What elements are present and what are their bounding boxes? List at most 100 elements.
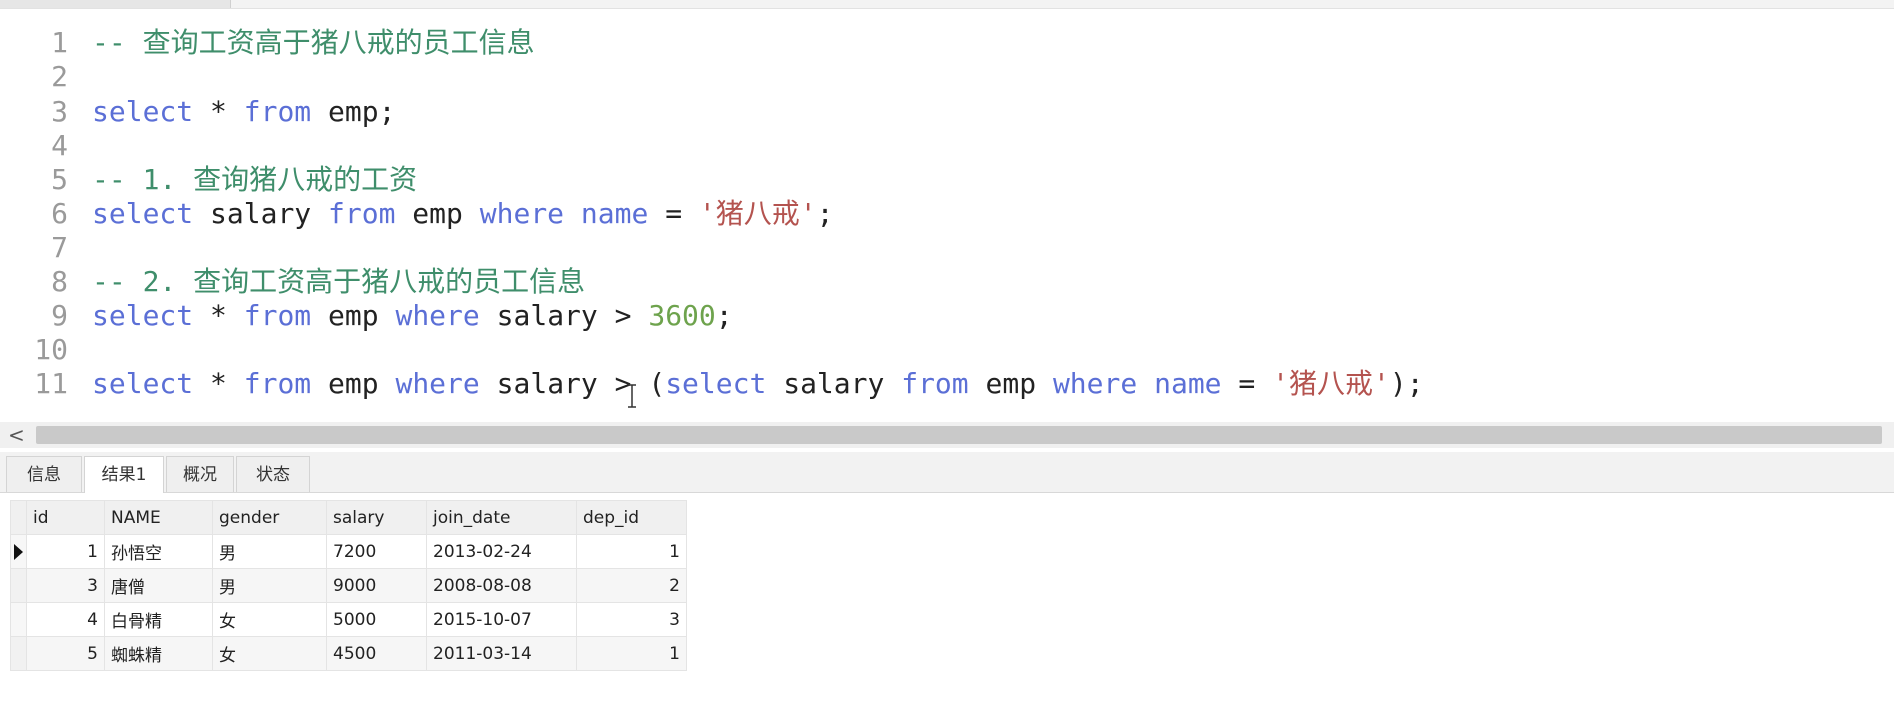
code-token: '猪八戒'	[1272, 367, 1390, 400]
code-line[interactable]: 3 select * from emp;	[0, 95, 1894, 129]
table-cell[interactable]: 5000	[326, 602, 427, 637]
code-text: select * from emp where salary > 3600;	[92, 299, 733, 333]
code-token: where	[395, 367, 480, 400]
code-line[interactable]: 8 -- 2. 查询工资高于猪八戒的员工信息	[0, 265, 1894, 299]
code-token: where	[1052, 367, 1138, 400]
tab-3[interactable]: 状态	[236, 456, 310, 492]
code-line[interactable]: 9 select * from emp where salary > 3600;	[0, 299, 1894, 333]
current-row-arrow-icon	[14, 543, 23, 560]
line-number: 6	[51, 197, 68, 230]
table-cell[interactable]: 9000	[326, 568, 427, 603]
table-row[interactable]: 4 白骨精女 5000 2015-10-07 3	[10, 602, 687, 637]
code-token: select	[665, 367, 767, 400]
code-token: emp	[311, 299, 396, 332]
table-cell[interactable]: 7200	[326, 534, 427, 569]
column-header-gender[interactable]: gender	[212, 500, 327, 535]
table-cell[interactable]: 白骨精	[104, 602, 213, 637]
table-cell[interactable]: 男	[212, 568, 327, 603]
code-token: from	[243, 367, 312, 400]
code-token: emp	[395, 197, 480, 230]
row-marker[interactable]	[10, 602, 27, 637]
table-header-row: id NAME gender salary join_date dep_id	[10, 500, 687, 535]
line-number: 8	[51, 265, 68, 298]
code-token: select	[92, 197, 194, 230]
line-number: 11	[34, 367, 68, 400]
code-token: salary	[766, 367, 902, 400]
table-cell[interactable]: 唐僧	[104, 568, 213, 603]
scroll-left-icon[interactable]: <	[8, 422, 26, 448]
row-marker-header	[10, 500, 27, 535]
tab-1[interactable]: 结果1	[84, 456, 164, 493]
row-marker[interactable]	[10, 636, 27, 671]
table-cell[interactable]: 男	[212, 534, 327, 569]
code-token: name	[1154, 367, 1222, 400]
line-number: 1	[51, 26, 68, 59]
code-text: -- 查询工资高于猪八戒的员工信息	[92, 26, 535, 60]
table-cell[interactable]: 2015-10-07	[426, 602, 577, 637]
table-cell[interactable]: 女	[212, 636, 327, 671]
code-line[interactable]: 1 -- 查询工资高于猪八戒的员工信息	[0, 26, 1894, 60]
code-text: -- 1. 查询猪八戒的工资	[92, 163, 417, 197]
code-line[interactable]: 6 select salary from emp where name = '猪八…	[0, 197, 1894, 231]
column-header-dep_id[interactable]: dep_id	[576, 500, 687, 535]
table-cell[interactable]: 1	[26, 534, 105, 569]
row-marker[interactable]	[10, 534, 27, 569]
table-row[interactable]: 3 唐僧男 9000 2008-08-08 2	[10, 568, 687, 603]
query-tab-stub[interactable]	[0, 0, 231, 8]
tab-2[interactable]: 概况	[166, 456, 234, 492]
code-token: select	[92, 299, 194, 332]
code-token: from	[328, 197, 396, 230]
code-line[interactable]: 5 -- 1. 查询猪八戒的工资	[0, 163, 1894, 197]
column-header-salary[interactable]: salary	[326, 500, 427, 535]
code-line[interactable]: 4	[0, 129, 1894, 163]
code-token: ;	[715, 299, 733, 332]
code-token: *	[193, 299, 244, 332]
code-token: emp;	[311, 95, 396, 128]
line-number: 5	[51, 163, 68, 196]
line-number: 4	[51, 129, 68, 162]
i-beam-cursor-icon	[628, 384, 636, 408]
table-cell[interactable]: 1	[576, 534, 687, 569]
scrollbar-thumb[interactable]	[36, 426, 1882, 444]
code-line[interactable]: 7	[0, 231, 1894, 265]
line-number: 7	[51, 231, 68, 264]
table-cell[interactable]: 4500	[326, 636, 427, 671]
column-header-id[interactable]: id	[26, 500, 105, 535]
row-marker[interactable]	[10, 568, 27, 603]
code-token: salary >	[479, 299, 649, 332]
table-cell[interactable]: 2011-03-14	[426, 636, 577, 671]
code-token: where	[395, 299, 480, 332]
column-header-name[interactable]: NAME	[104, 500, 213, 535]
result-tabs: 信息 结果1 概况 状态	[0, 452, 1894, 493]
table-row[interactable]: 1 孙悟空男 7200 2013-02-24 1	[10, 534, 687, 569]
result-grid[interactable]: id NAME gender salary join_date dep_id 1 孙悟空男 7…	[0, 496, 1894, 710]
table-cell[interactable]: 女	[212, 602, 327, 637]
code-line[interactable]: 11 select * from emp where salary > (sele…	[0, 367, 1894, 401]
code-token: salary	[193, 197, 329, 230]
table-cell[interactable]: 3	[576, 602, 687, 637]
editor-horizontal-scrollbar[interactable]: <	[0, 422, 1894, 448]
table-row[interactable]: 5 蜘蛛精女 4500 2011-03-14 1	[10, 636, 687, 671]
column-header-join_date[interactable]: join_date	[426, 500, 577, 535]
table-cell[interactable]: 2008-08-08	[426, 568, 577, 603]
table-cell[interactable]: 孙悟空	[104, 534, 213, 569]
table-cell[interactable]: 5	[26, 636, 105, 671]
code-token: name	[580, 197, 649, 230]
table-cell[interactable]: 4	[26, 602, 105, 637]
code-token: 3600	[648, 299, 716, 332]
code-token: '猪八戒'	[698, 197, 817, 230]
table-cell[interactable]: 3	[26, 568, 105, 603]
tab-0[interactable]: 信息	[6, 456, 82, 492]
code-line[interactable]: 2	[0, 60, 1894, 94]
table-cell[interactable]: 蜘蛛精	[104, 636, 213, 671]
table-cell[interactable]: 2013-02-24	[426, 534, 577, 569]
sql-editor[interactable]: 1 -- 查询工资高于猪八戒的员工信息 2 3 select * from emp; 4 5…	[0, 10, 1894, 422]
code-token: from	[243, 299, 312, 332]
table-cell[interactable]: 2	[576, 568, 687, 603]
code-line[interactable]: 10	[0, 333, 1894, 367]
code-token: ;	[816, 197, 834, 230]
code-token: select	[92, 367, 194, 400]
table-cell[interactable]: 1	[576, 636, 687, 671]
